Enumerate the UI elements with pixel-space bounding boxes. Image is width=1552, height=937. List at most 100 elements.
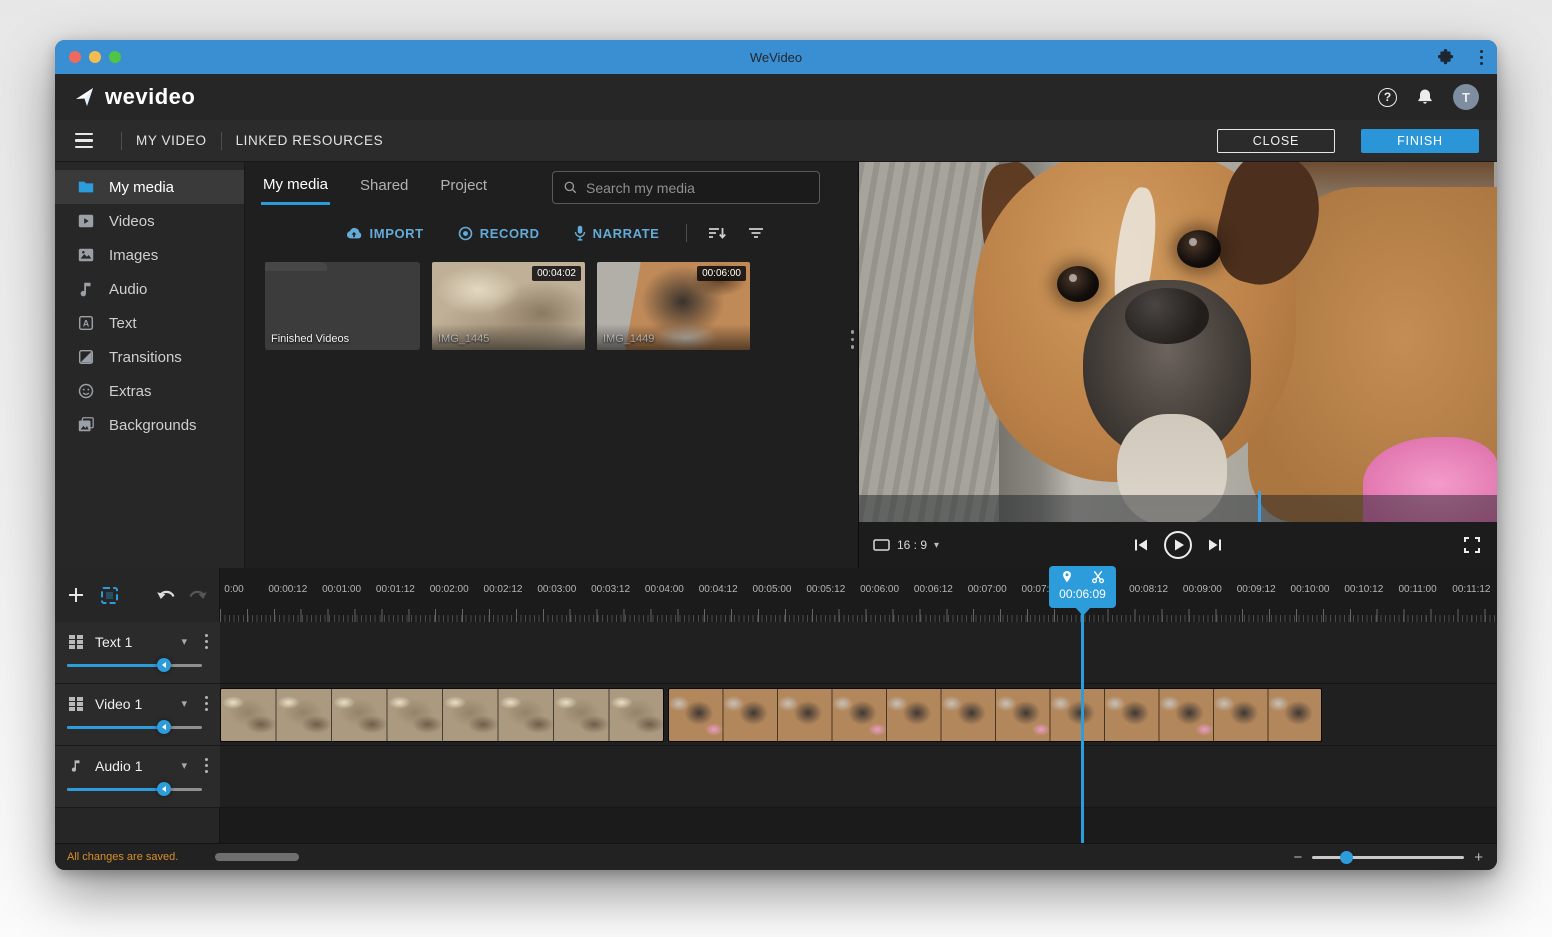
preview-seek-marker[interactable] bbox=[1258, 491, 1261, 522]
clip-img-1445[interactable] bbox=[220, 688, 664, 742]
multi-select-icon[interactable] bbox=[101, 587, 118, 604]
play-button[interactable] bbox=[1163, 530, 1193, 560]
zoom-in-icon[interactable] bbox=[1474, 850, 1483, 865]
media-folder-finished-videos[interactable]: Finished Videos bbox=[265, 262, 420, 350]
panel-resize-handle[interactable] bbox=[851, 330, 855, 349]
sidebar-item-label: Backgrounds bbox=[109, 417, 197, 434]
tab-project[interactable]: Project bbox=[438, 177, 489, 203]
track-menu-icon[interactable] bbox=[201, 756, 212, 775]
folder-name: Finished Videos bbox=[271, 333, 349, 345]
preview-seek-strip[interactable] bbox=[859, 495, 1497, 522]
ruler-label: 0:00 bbox=[224, 584, 243, 595]
sidebar-item-my-media[interactable]: My media bbox=[55, 170, 244, 204]
timeline-lanes: 0:0000:00:1200:01:0000:01:1200:02:0000:0… bbox=[220, 568, 1497, 843]
image-icon bbox=[77, 246, 95, 264]
folder-icon bbox=[77, 178, 95, 196]
scissors-icon[interactable] bbox=[1091, 570, 1105, 584]
lane-text-1[interactable] bbox=[220, 622, 1497, 684]
project-title[interactable]: MY VIDEO bbox=[136, 133, 207, 148]
track-volume-slider[interactable] bbox=[67, 659, 202, 671]
lane-audio-1[interactable] bbox=[220, 746, 1497, 808]
ruler-label: 00:05:00 bbox=[753, 584, 792, 595]
track-header-video-1: Video 1 bbox=[55, 684, 220, 746]
transition-icon bbox=[77, 348, 95, 366]
timeline-ruler[interactable]: 0:0000:00:1200:01:0000:01:1200:02:0000:0… bbox=[220, 568, 1497, 622]
playhead-time: 00:06:09 bbox=[1059, 587, 1106, 601]
volume-knob[interactable] bbox=[157, 720, 171, 734]
undo-icon[interactable] bbox=[156, 588, 177, 603]
tab-my-media[interactable]: My media bbox=[261, 176, 330, 205]
add-track-icon[interactable] bbox=[67, 586, 85, 604]
search-input[interactable] bbox=[586, 180, 809, 196]
duration-badge: 00:04:02 bbox=[532, 266, 581, 281]
extensions-icon[interactable] bbox=[1437, 49, 1454, 66]
zoom-slider-knob[interactable] bbox=[1340, 851, 1353, 864]
marker-pin-icon[interactable] bbox=[1061, 570, 1073, 584]
track-menu-icon[interactable] bbox=[201, 632, 212, 651]
media-tabs: My media Shared Project bbox=[245, 172, 489, 208]
avatar[interactable]: T bbox=[1453, 84, 1479, 110]
ruler-label: 00:01:12 bbox=[376, 584, 415, 595]
menu-hamburger-icon[interactable] bbox=[75, 133, 93, 148]
ruler-label: 00:09:12 bbox=[1237, 584, 1276, 595]
track-volume-slider[interactable] bbox=[67, 721, 202, 733]
chevron-down-icon[interactable] bbox=[181, 635, 187, 648]
filter-icon[interactable] bbox=[747, 226, 765, 240]
sidebar-item-transitions[interactable]: Transitions bbox=[55, 340, 244, 374]
film-track-icon bbox=[67, 696, 85, 712]
ruler-label: 00:02:12 bbox=[484, 584, 523, 595]
notifications-bell-icon[interactable] bbox=[1415, 87, 1435, 107]
finish-button[interactable]: FINISH bbox=[1361, 129, 1479, 153]
media-video-img-1449[interactable]: 00:06:00 IMG_1449 bbox=[597, 262, 750, 350]
wevideo-logo[interactable]: wevideo bbox=[73, 84, 195, 110]
preview-panel: 16 : 9 bbox=[858, 162, 1497, 568]
browser-menu-icon[interactable] bbox=[1480, 50, 1483, 65]
video-icon bbox=[77, 212, 95, 230]
timeline-horizontal-scrollbar[interactable] bbox=[215, 853, 299, 861]
track-menu-icon[interactable] bbox=[201, 694, 212, 713]
volume-knob[interactable] bbox=[157, 658, 171, 672]
titlebar: WeVideo bbox=[55, 40, 1497, 74]
ruler-label: 00:11:12 bbox=[1452, 584, 1490, 595]
tab-shared[interactable]: Shared bbox=[358, 177, 410, 203]
narrate-button[interactable]: NARRATE bbox=[574, 225, 660, 241]
sidebar-item-videos[interactable]: Videos bbox=[55, 204, 244, 238]
dog-nose bbox=[1125, 288, 1209, 344]
close-button[interactable]: CLOSE bbox=[1217, 129, 1335, 153]
next-frame-button[interactable] bbox=[1207, 538, 1223, 552]
clip-img-1449[interactable] bbox=[668, 688, 1322, 742]
divider bbox=[221, 132, 222, 150]
media-video-img-1445[interactable]: 00:04:02 IMG_1445 bbox=[432, 262, 585, 350]
record-button[interactable]: RECORD bbox=[458, 226, 540, 241]
zoom-out-icon[interactable] bbox=[1293, 850, 1302, 865]
sidebar-item-backgrounds[interactable]: Backgrounds bbox=[55, 408, 244, 442]
preview-controls: 16 : 9 bbox=[859, 522, 1497, 568]
chevron-down-icon[interactable] bbox=[181, 759, 187, 772]
sidebar-item-label: Images bbox=[109, 247, 158, 264]
sidebar-item-images[interactable]: Images bbox=[55, 238, 244, 272]
sidebar-item-audio[interactable]: Audio bbox=[55, 272, 244, 306]
ruler-label: 00:04:00 bbox=[645, 584, 684, 595]
lane-video-1[interactable] bbox=[220, 684, 1497, 746]
track-header-audio-1: Audio 1 bbox=[55, 746, 220, 808]
app-header: wevideo T bbox=[55, 74, 1497, 120]
import-button[interactable]: IMPORT bbox=[345, 226, 424, 241]
sort-icon[interactable] bbox=[707, 226, 727, 240]
chevron-down-icon[interactable] bbox=[181, 697, 187, 710]
playhead-line[interactable] bbox=[1081, 608, 1084, 843]
linked-resources-link[interactable]: LINKED RESOURCES bbox=[236, 133, 384, 148]
sidebar-item-text[interactable]: A Text bbox=[55, 306, 244, 340]
zoom-slider[interactable] bbox=[1312, 856, 1464, 859]
track-volume-slider[interactable] bbox=[67, 783, 202, 795]
playhead-handle[interactable]: 00:06:09 bbox=[1049, 566, 1116, 608]
fullscreen-icon[interactable] bbox=[1463, 536, 1481, 554]
volume-knob[interactable] bbox=[157, 782, 171, 796]
sidebar-item-label: Transitions bbox=[109, 349, 182, 366]
ruler-label: 00:10:12 bbox=[1344, 584, 1383, 595]
ruler-label: 00:04:12 bbox=[699, 584, 738, 595]
previous-frame-button[interactable] bbox=[1133, 538, 1149, 552]
sidebar-item-extras[interactable]: Extras bbox=[55, 374, 244, 408]
help-icon[interactable] bbox=[1378, 88, 1397, 107]
preview-video bbox=[859, 162, 1497, 522]
redo-icon[interactable] bbox=[187, 588, 208, 603]
